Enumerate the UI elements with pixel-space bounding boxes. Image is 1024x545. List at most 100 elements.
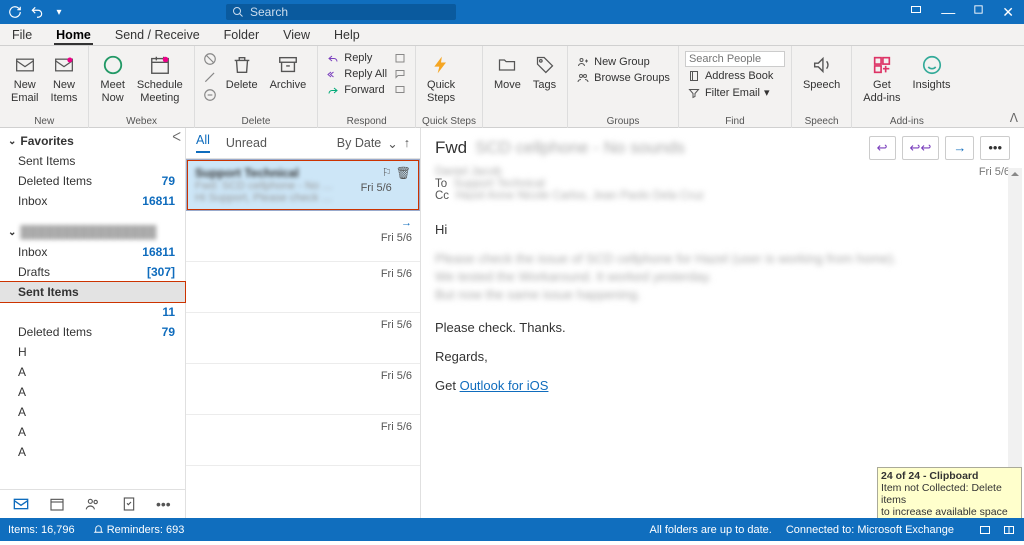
outlook-ios-link[interactable]: Outlook for iOS (460, 378, 549, 393)
ribbon-collapse-icon[interactable]: ᐱ (1010, 111, 1018, 125)
message-list-item[interactable]: →Fri 5/6 (186, 211, 420, 262)
message-list-item[interactable]: Fri 5/6 (186, 415, 420, 466)
reply-icon (326, 52, 340, 64)
close-icon[interactable]: ✕ (1002, 4, 1014, 21)
folder-item[interactable]: H (0, 342, 185, 362)
message-list-item[interactable]: Fri 5/6 (186, 262, 420, 313)
new-group-button[interactable]: New Group (574, 55, 672, 69)
insights-button[interactable]: Insights (908, 49, 956, 94)
maximize-icon[interactable] (973, 4, 984, 21)
folder-deleted-items[interactable]: Deleted Items79 (0, 171, 185, 191)
tab-view[interactable]: View (281, 28, 312, 45)
minimize-icon[interactable]: — (941, 4, 955, 21)
reply-all-icon (326, 68, 340, 80)
group-label: Add-ins (858, 116, 955, 128)
browse-groups-button[interactable]: Browse Groups (574, 71, 672, 85)
quick-steps-button[interactable]: Quick Steps (422, 49, 460, 106)
view-normal-icon[interactable] (978, 524, 992, 536)
email-subject: Fwd SCD cellphone - No sounds (435, 138, 685, 158)
speech-button[interactable]: Speech (798, 49, 845, 94)
funnel-icon (687, 87, 701, 99)
calendar-nav-icon[interactable] (48, 496, 66, 512)
folder-item[interactable]: A (0, 362, 185, 382)
folder-item[interactable]: A (0, 382, 185, 402)
archive-icon (277, 51, 299, 79)
tab-file[interactable]: File (10, 28, 34, 45)
undo-icon[interactable] (30, 5, 44, 19)
folder-item[interactable]: 11 (0, 302, 185, 322)
archive-button[interactable]: Archive (265, 49, 312, 94)
tasks-nav-icon[interactable] (120, 496, 138, 512)
search-input[interactable] (250, 5, 450, 19)
account-header[interactable]: ⌄████████████████ (0, 219, 185, 242)
view-reading-icon[interactable] (1002, 524, 1016, 536)
main-area: ᐸ ⌄Favorites Sent ItemsDeleted Items79In… (0, 128, 1024, 518)
reply-button[interactable]: Reply (324, 51, 389, 65)
group-label: Delete (201, 116, 311, 128)
tab-folder[interactable]: Folder (222, 28, 261, 45)
ribbon-display-icon[interactable] (909, 4, 923, 21)
meet-now-button[interactable]: Meet Now (95, 49, 129, 106)
more-actions[interactable]: ••• (980, 136, 1010, 160)
chat-icon (393, 68, 407, 80)
email-date: Fri 5/6 (979, 166, 1010, 202)
address-book-button[interactable]: Address Book (685, 69, 785, 83)
connection-status: Connected to: Microsoft Exchange (786, 524, 954, 536)
ribbon-group-new: New Email New Items New (0, 46, 89, 128)
tags-button[interactable]: Tags (528, 49, 561, 94)
reply-action[interactable]: ↩ (869, 136, 896, 160)
junk-button[interactable] (201, 87, 219, 103)
message-list-item[interactable]: Fri 5/6 (186, 364, 420, 415)
folder-item[interactable]: Drafts[307] (0, 262, 185, 282)
qat-dropdown-icon[interactable]: ▾ (52, 5, 66, 19)
folder-sent-items[interactable]: Sent Items (0, 151, 185, 171)
im-button[interactable] (391, 67, 409, 81)
tab-help[interactable]: Help (332, 28, 362, 45)
people-nav-icon[interactable] (84, 496, 102, 512)
get-addins-button[interactable]: Get Add-ins (858, 49, 905, 106)
envelope-new-icon (51, 51, 77, 79)
webex-icon (102, 51, 124, 79)
filter-email-button[interactable]: Filter Email ▾ (685, 85, 785, 100)
reply-all-action[interactable]: ↩↩ (902, 136, 940, 160)
search-people-input[interactable] (685, 51, 785, 67)
folder-item[interactable]: Inbox16811 (0, 242, 185, 262)
collapse-folders-icon[interactable]: ᐸ (172, 130, 181, 144)
reading-scrollbar[interactable] (1008, 168, 1022, 508)
sync-icon[interactable] (8, 5, 22, 19)
to-label: To (435, 178, 447, 190)
tab-send-receive[interactable]: Send / Receive (113, 28, 202, 45)
tab-unread[interactable]: Unread (226, 136, 267, 150)
reminders-count[interactable]: Reminders: 693 (93, 524, 185, 536)
meeting-button[interactable] (391, 51, 409, 65)
search-box[interactable] (226, 4, 456, 20)
tab-all[interactable]: All (196, 133, 210, 153)
new-items-button[interactable]: New Items (46, 49, 83, 106)
delete-item-icon[interactable]: 🗑 (396, 166, 411, 204)
mail-icon[interactable] (12, 496, 30, 512)
new-email-button[interactable]: New Email (6, 49, 44, 106)
more-nav-icon[interactable]: ••• (156, 496, 171, 512)
folder-inbox[interactable]: Inbox16811 (0, 191, 185, 211)
ignore-button[interactable] (201, 51, 219, 67)
cleanup-button[interactable] (201, 69, 219, 85)
sort-by-date[interactable]: By Date ⌄ ↑ (337, 136, 410, 151)
ribbon: New Email New Items New Meet Now Schedul… (0, 46, 1024, 128)
folder-item[interactable]: Sent Items (0, 282, 185, 302)
move-button[interactable]: Move (489, 49, 526, 94)
folder-item[interactable]: Deleted Items79 (0, 322, 185, 342)
reply-all-button[interactable]: Reply All (324, 67, 389, 81)
schedule-meeting-button[interactable]: Schedule Meeting (132, 49, 188, 106)
message-list-item[interactable]: Support Technical Fwd: SCD cellphone - N… (186, 159, 420, 211)
message-list-item[interactable]: Fri 5/6 (186, 313, 420, 364)
forward-action[interactable]: → (945, 136, 974, 160)
folder-item[interactable]: A (0, 422, 185, 442)
folder-item[interactable]: A (0, 402, 185, 422)
flag-icon[interactable]: ⚐ (382, 166, 392, 179)
favorites-header[interactable]: ⌄Favorites (0, 128, 185, 151)
tab-home[interactable]: Home (54, 28, 93, 45)
delete-button[interactable]: Delete (221, 49, 263, 94)
folder-item[interactable]: A (0, 442, 185, 462)
more-respond-button[interactable] (391, 83, 409, 97)
forward-button[interactable]: Forward (324, 83, 389, 97)
